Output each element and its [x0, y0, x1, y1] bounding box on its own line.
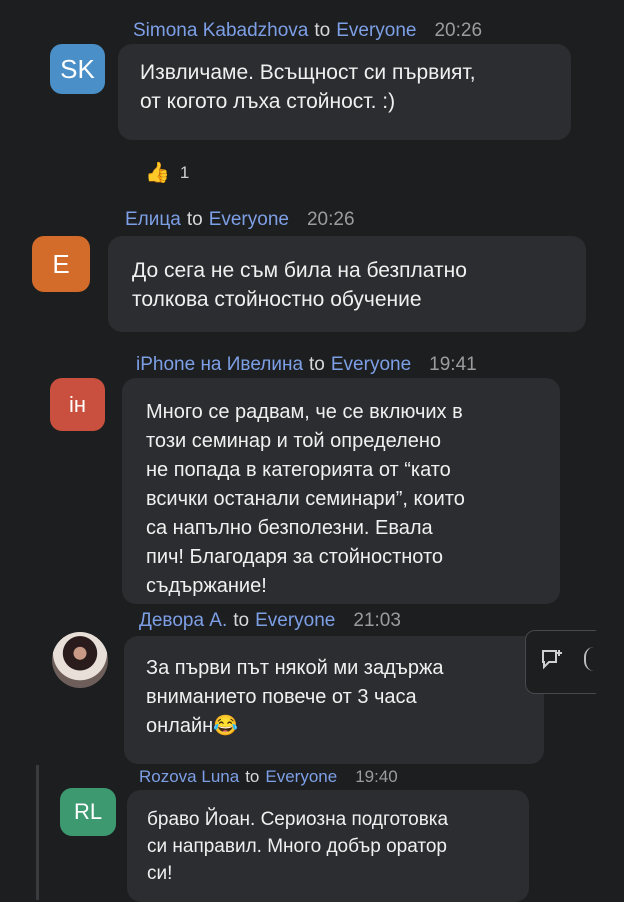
message-text: За първи път някой ми задържа вниманието… [146, 657, 444, 737]
to-label: to [233, 610, 250, 631]
sender-name[interactable]: Rozova Luna [139, 767, 239, 786]
message-actions-toolbar [525, 630, 596, 694]
message-text: Извличаме. Всъщност си първият, от когот… [140, 61, 476, 113]
reply-in-thread-icon[interactable] [540, 647, 566, 671]
message-bubble: браво Йоан. Сериозна подготовка си напра… [127, 790, 529, 902]
timestamp: 20:26 [434, 20, 483, 41]
avatar-initials: E [52, 248, 70, 279]
avatar[interactable]: SK [50, 44, 105, 94]
to-label: to [186, 209, 203, 230]
timestamp: 20:26 [306, 209, 355, 230]
avatar-photo[interactable] [52, 632, 108, 688]
message-header: iPhone на Ивелина to Everyone 19:41 [136, 354, 477, 376]
recipient-name[interactable]: Everyone [331, 354, 411, 375]
message-text: Много се радвам, че се включих в този се… [146, 401, 465, 597]
more-options-icon[interactable] [584, 647, 596, 671]
to-label: to [314, 20, 331, 41]
message-header: Rozova Luna to Everyone 19:40 [139, 767, 398, 787]
avatar-initials: RL [73, 799, 103, 824]
avatar[interactable]: RL [60, 788, 116, 836]
avatar-initials: SK [60, 53, 95, 84]
message-header: Девора А. to Everyone 21:03 [139, 610, 401, 632]
recipient-name[interactable]: Everyone [265, 767, 337, 786]
message-bubble: За първи път някой ми задържа вниманието… [124, 636, 544, 764]
message-bubble: До сега не съм била на безплатно толкова… [108, 236, 586, 332]
avatar-initials: iн [68, 391, 87, 417]
to-label: to [245, 767, 260, 786]
message-bubble: Извличаме. Всъщност си първият, от когот… [118, 44, 571, 140]
message-bubble: Много се радвам, че се включих в този се… [122, 378, 560, 604]
timestamp: 19:41 [429, 354, 477, 375]
recipient-name[interactable]: Everyone [336, 20, 416, 41]
thumbs-up-icon: 👍 [145, 162, 170, 184]
message-header: Елица to Everyone 20:26 [125, 209, 355, 231]
recipient-name[interactable]: Everyone [255, 610, 335, 631]
recipient-name[interactable]: Everyone [209, 209, 289, 230]
to-label: to [309, 354, 325, 375]
avatar[interactable]: iн [50, 378, 105, 431]
thread-indicator-line [36, 765, 39, 900]
reaction-count: 1 [179, 162, 190, 182]
message-text: браво Йоан. Сериозна подготовка си напра… [147, 809, 449, 884]
sender-name[interactable]: Елица [125, 209, 181, 230]
message-text: До сега не съм била на безплатно толкова… [132, 259, 467, 311]
timestamp: 21:03 [353, 610, 401, 631]
timestamp: 19:40 [355, 767, 398, 786]
sender-name[interactable]: Девора А. [139, 610, 227, 631]
message-header: Simona Kabadzhova to Everyone 20:26 [133, 20, 482, 42]
sender-name[interactable]: iPhone на Ивелина [136, 354, 303, 375]
sender-name[interactable]: Simona Kabadzhova [133, 20, 308, 41]
reaction[interactable]: 👍 1 [145, 160, 189, 185]
avatar[interactable]: E [32, 236, 90, 292]
